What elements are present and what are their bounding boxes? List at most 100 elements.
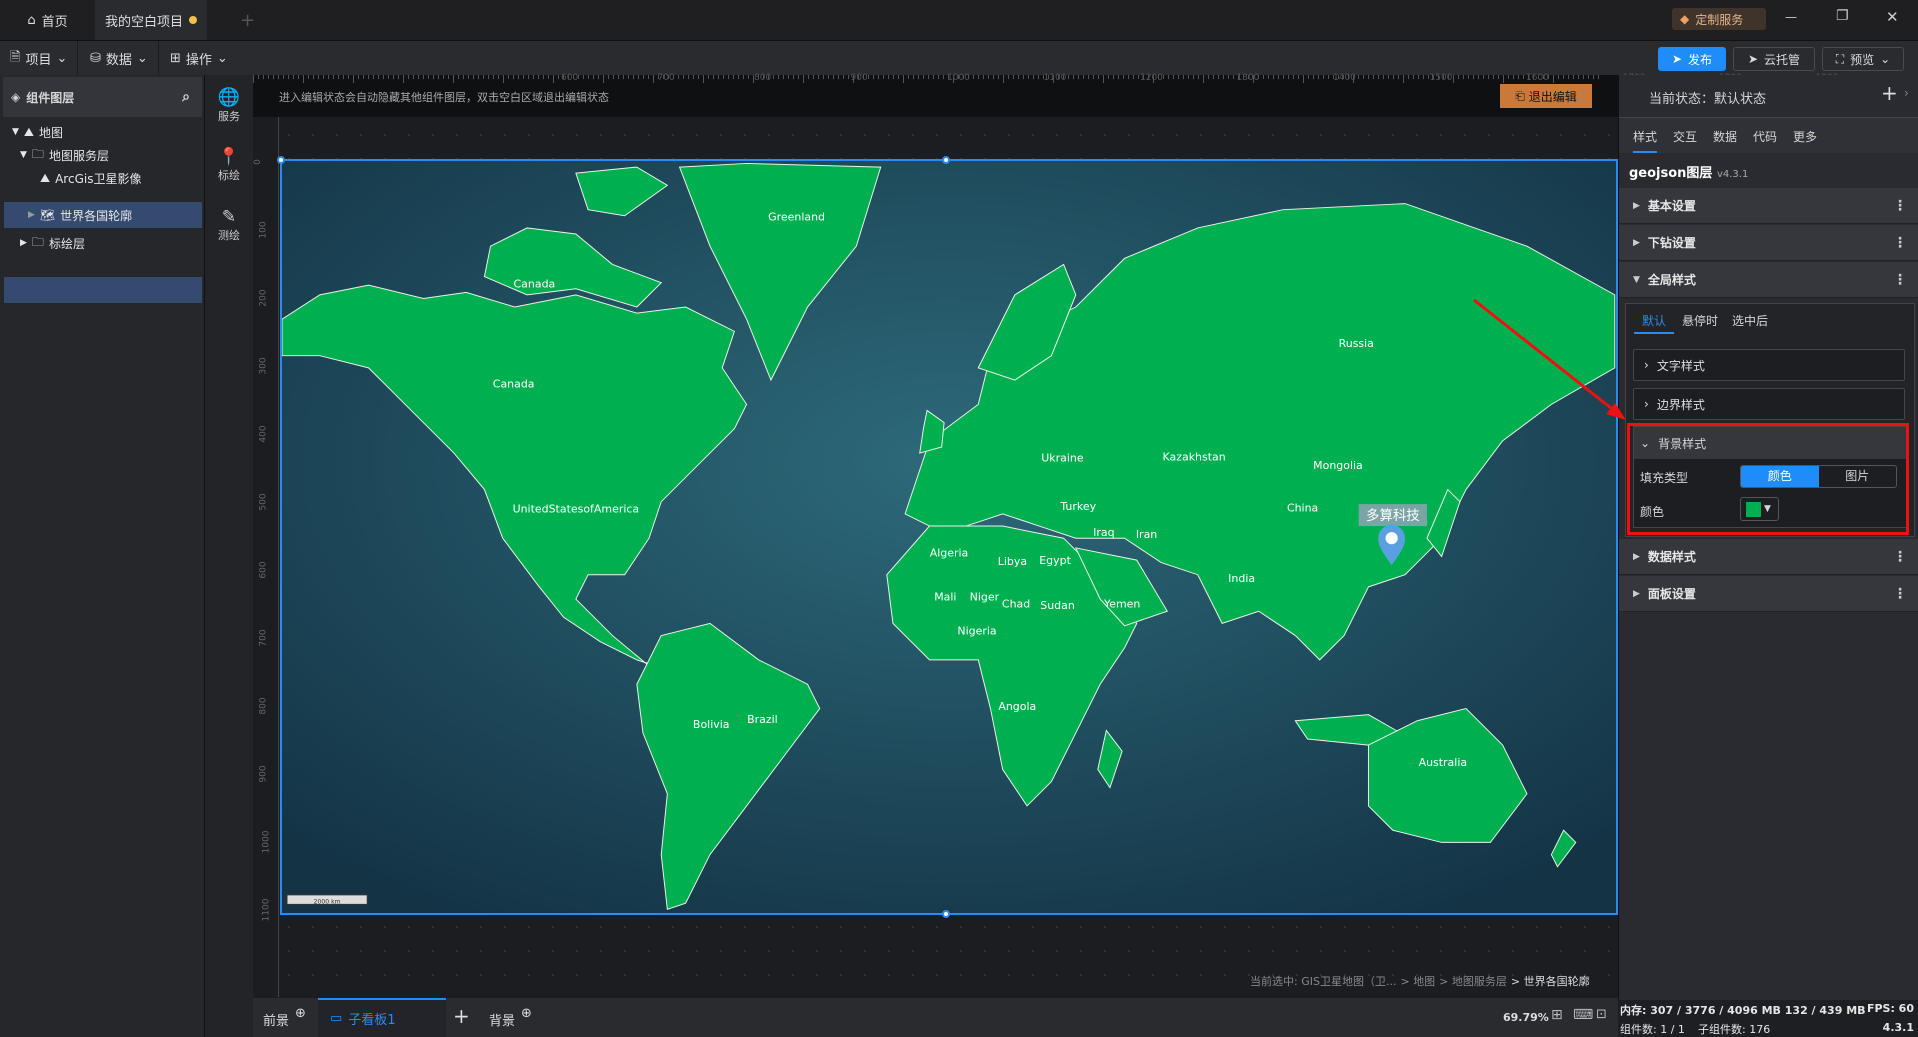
ruler-tick (348, 75, 349, 79)
close-button[interactable]: ✕ (1886, 8, 1899, 26)
menu-data[interactable]: ⛁ 数据 ⌄ (80, 41, 159, 76)
section-drilldown[interactable]: ▶ 下钻设置 ⋮ (1619, 225, 1918, 261)
tree-item-plot-layer[interactable]: ▶ 🗀 标绘层 (4, 230, 202, 256)
more-vertical-icon[interactable]: ⋮ (1893, 549, 1907, 565)
publish-label: 发布 (1688, 52, 1713, 67)
tree-item-arcgis[interactable]: ⛰ ArcGis卫星影像 (4, 165, 202, 191)
add-state-button[interactable]: + (1881, 81, 1898, 105)
fit-screen-icon[interactable]: ⊞ (1551, 1007, 1563, 1023)
search-icon[interactable]: ⌕ (182, 89, 190, 105)
ruler-tick (788, 75, 789, 79)
tab-label: 前景 (263, 1014, 290, 1029)
panel-tab[interactable]: 样式 (1633, 128, 1658, 153)
tree-item-countries[interactable] (4, 277, 202, 303)
section-title: 下钻设置 (1647, 236, 1696, 250)
subsection-border-style[interactable]: › 边界样式 (1633, 388, 1905, 420)
breadcrumb-item[interactable]: > 地图 (1400, 973, 1435, 989)
country-label: Australia (1419, 756, 1468, 769)
caret-down-icon: ▼ (20, 150, 27, 160)
tab-foreground[interactable]: 前景 ⊕ (263, 1006, 306, 1029)
ruler-tick (598, 75, 599, 79)
custom-service-button[interactable]: ◆ 定制服务 (1672, 8, 1766, 30)
ruler-tick (1458, 75, 1459, 79)
more-vertical-icon[interactable]: ⋮ (1893, 272, 1907, 288)
more-vertical-icon[interactable]: ⋮ (1893, 586, 1907, 602)
ruler-tick (608, 75, 609, 79)
ruler-tick (688, 75, 689, 79)
resize-handle[interactable] (277, 156, 285, 164)
edit-hint-bar: 600 700 800 900 1000 1100 1200 1300 1400 1500 1600… (253, 73, 1838, 117)
add-board-button[interactable]: + (453, 1004, 470, 1028)
country-label: Yemen (1103, 598, 1140, 611)
preview-button[interactable]: ⛶ 预览 ⌄ (1822, 47, 1904, 71)
ruler-tick (268, 75, 269, 79)
publish-button[interactable]: ➤ 发布 (1658, 47, 1726, 71)
terminal-icon[interactable]: ⊡ (1596, 1007, 1607, 1022)
tab-home[interactable]: ⌂ 首页 (0, 0, 95, 40)
keyboard-icon[interactable]: ⌨ (1573, 1007, 1593, 1023)
resize-handle[interactable] (942, 156, 950, 164)
add-circle-icon[interactable]: ⊕ (295, 1006, 306, 1021)
ruler-label: 1200 (1140, 73, 1163, 83)
ruler-tick (1418, 75, 1419, 79)
ruler-tick (883, 75, 884, 79)
ruler-tick (433, 75, 434, 79)
tab-background[interactable]: 背景 ⊕ (489, 1006, 532, 1029)
minimize-button[interactable]: — (1785, 10, 1797, 24)
component-title: geojson图层 (1629, 166, 1713, 181)
section-global-style[interactable]: ▼ 全局样式 ⋮ (1619, 262, 1918, 298)
tree-label: 地图 (39, 125, 64, 140)
section-panel-settings[interactable]: ▶ 面板设置 ⋮ (1619, 576, 1918, 612)
ruler-tick (368, 75, 369, 79)
ruler-tick (363, 75, 364, 79)
style-tab-selected[interactable]: 选中后 (1732, 312, 1768, 329)
ruler-tick (613, 75, 614, 79)
panel-tab[interactable]: 更多 (1793, 128, 1817, 145)
tree-item-world-outline[interactable]: ▶ 🗺 世界各国轮廓 (4, 202, 202, 228)
resize-handle[interactable] (942, 910, 950, 918)
tab-sub-board[interactable]: ▭ 子看板1 (318, 998, 446, 1037)
ruler-tick (1133, 75, 1134, 79)
menu-label: 数据 (105, 53, 132, 68)
breadcrumb-item[interactable]: > 地图服务层 (1439, 973, 1507, 989)
measure-tool[interactable]: ✎ 测绘 (205, 207, 253, 243)
ruler-tick (1223, 75, 1224, 79)
menu-project[interactable]: 🗎 项目 ⌄ (0, 41, 79, 76)
style-tab-hover[interactable]: 悬停时 (1682, 312, 1718, 329)
ruler-tick (1233, 75, 1234, 79)
exit-edit-button[interactable]: ⎗ 退出编辑 (1500, 84, 1592, 108)
cloud-host-button[interactable]: ➤ 云托管 (1733, 47, 1815, 71)
style-tab-default[interactable]: 默认 (1634, 312, 1674, 334)
world-map[interactable]: Greenland Canada Canada Russia UnitedStateso… (277, 156, 1618, 918)
service-tool[interactable]: 🌐 服务 (205, 87, 253, 124)
ruler-tick (773, 75, 774, 79)
ruler-tick (1128, 75, 1129, 79)
ruler-tick (413, 75, 414, 79)
ruler-tick (343, 75, 344, 79)
ruler-tick (1563, 75, 1564, 79)
more-vertical-icon[interactable]: ⋮ (1893, 235, 1907, 251)
section-basic[interactable]: ▶ 基本设置 ⋮ (1619, 188, 1918, 224)
more-vertical-icon[interactable]: ⋮ (1893, 198, 1907, 214)
panel-tab[interactable]: 数据 (1713, 128, 1737, 145)
ruler-tick (973, 75, 974, 79)
new-tab-button[interactable]: + (240, 0, 255, 40)
fps: FPS: 60 (1866, 1002, 1914, 1015)
tab-project[interactable]: 我的空白项目 (95, 0, 207, 40)
map-svg: Greenland Canada Canada Russia UnitedStateso… (281, 161, 1616, 913)
ruler-tick (538, 75, 539, 79)
ruler-tick (1168, 75, 1169, 79)
ruler-tick (1008, 75, 1009, 79)
add-circle-icon[interactable]: ⊕ (521, 1006, 532, 1021)
section-data-style[interactable]: ▶ 数据样式 ⋮ (1619, 539, 1918, 575)
subsection-text-style[interactable]: › 文字样式 (1633, 349, 1905, 381)
ruler-tick (923, 75, 924, 79)
restore-button[interactable]: ❐ (1836, 8, 1849, 24)
panel-tab[interactable]: 交互 (1673, 128, 1697, 145)
chevron-right-icon[interactable]: › (1904, 86, 1909, 100)
menu-operate[interactable]: ⊞ 操作 ⌄ (160, 41, 238, 76)
breadcrumb-current[interactable]: > 世界各国轮廓 (1511, 973, 1590, 989)
country-label: Greenland (768, 211, 825, 224)
panel-tab[interactable]: 代码 (1753, 128, 1777, 145)
plot-tool[interactable]: 📍 标绘 (205, 147, 253, 183)
